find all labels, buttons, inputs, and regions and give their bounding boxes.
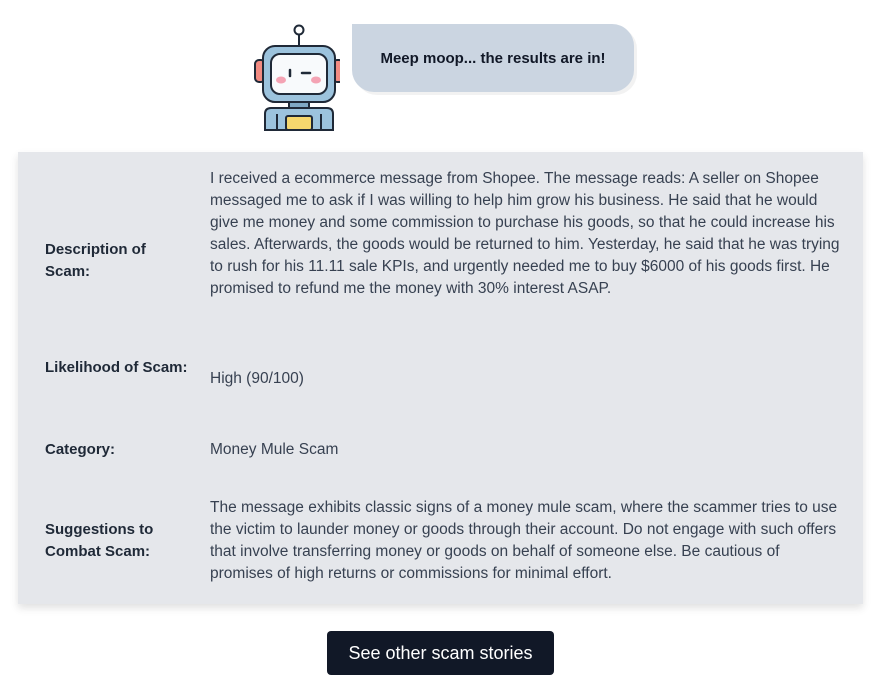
likelihood-value: High (90/100) bbox=[210, 370, 304, 387]
suggestions-label: Suggestions to Combat Scam: bbox=[45, 521, 154, 560]
category-label: Category: bbox=[45, 441, 116, 458]
description-value: I received a ecommerce message from Shop… bbox=[210, 170, 840, 297]
result-row-category: Category: Money Mule Scam bbox=[18, 439, 863, 461]
description-label: Description of Scam: bbox=[45, 241, 146, 280]
result-row-description: Description of Scam: I received a ecomme… bbox=[18, 168, 863, 328]
speech-bubble-text: Meep moop... the results are in! bbox=[380, 49, 606, 67]
results-page: Meep moop... the results are in! Descrip… bbox=[0, 0, 880, 689]
see-other-scam-stories-button[interactable]: See other scam stories bbox=[327, 631, 554, 675]
category-value: Money Mule Scam bbox=[210, 441, 339, 458]
results-header: Meep moop... the results are in! bbox=[0, 0, 880, 140]
result-row-suggestions: Suggestions to Combat Scam: The message … bbox=[18, 497, 863, 587]
likelihood-label: Likelihood of Scam: bbox=[45, 359, 188, 376]
suggestions-value: The message exhibits classic signs of a … bbox=[210, 499, 838, 582]
robot-mascot-icon bbox=[252, 22, 344, 132]
results-card: Description of Scam: I received a ecomme… bbox=[18, 152, 863, 604]
speech-bubble: Meep moop... the results are in! bbox=[352, 24, 634, 92]
result-row-likelihood: Likelihood of Scam: High (90/100) bbox=[18, 357, 863, 401]
